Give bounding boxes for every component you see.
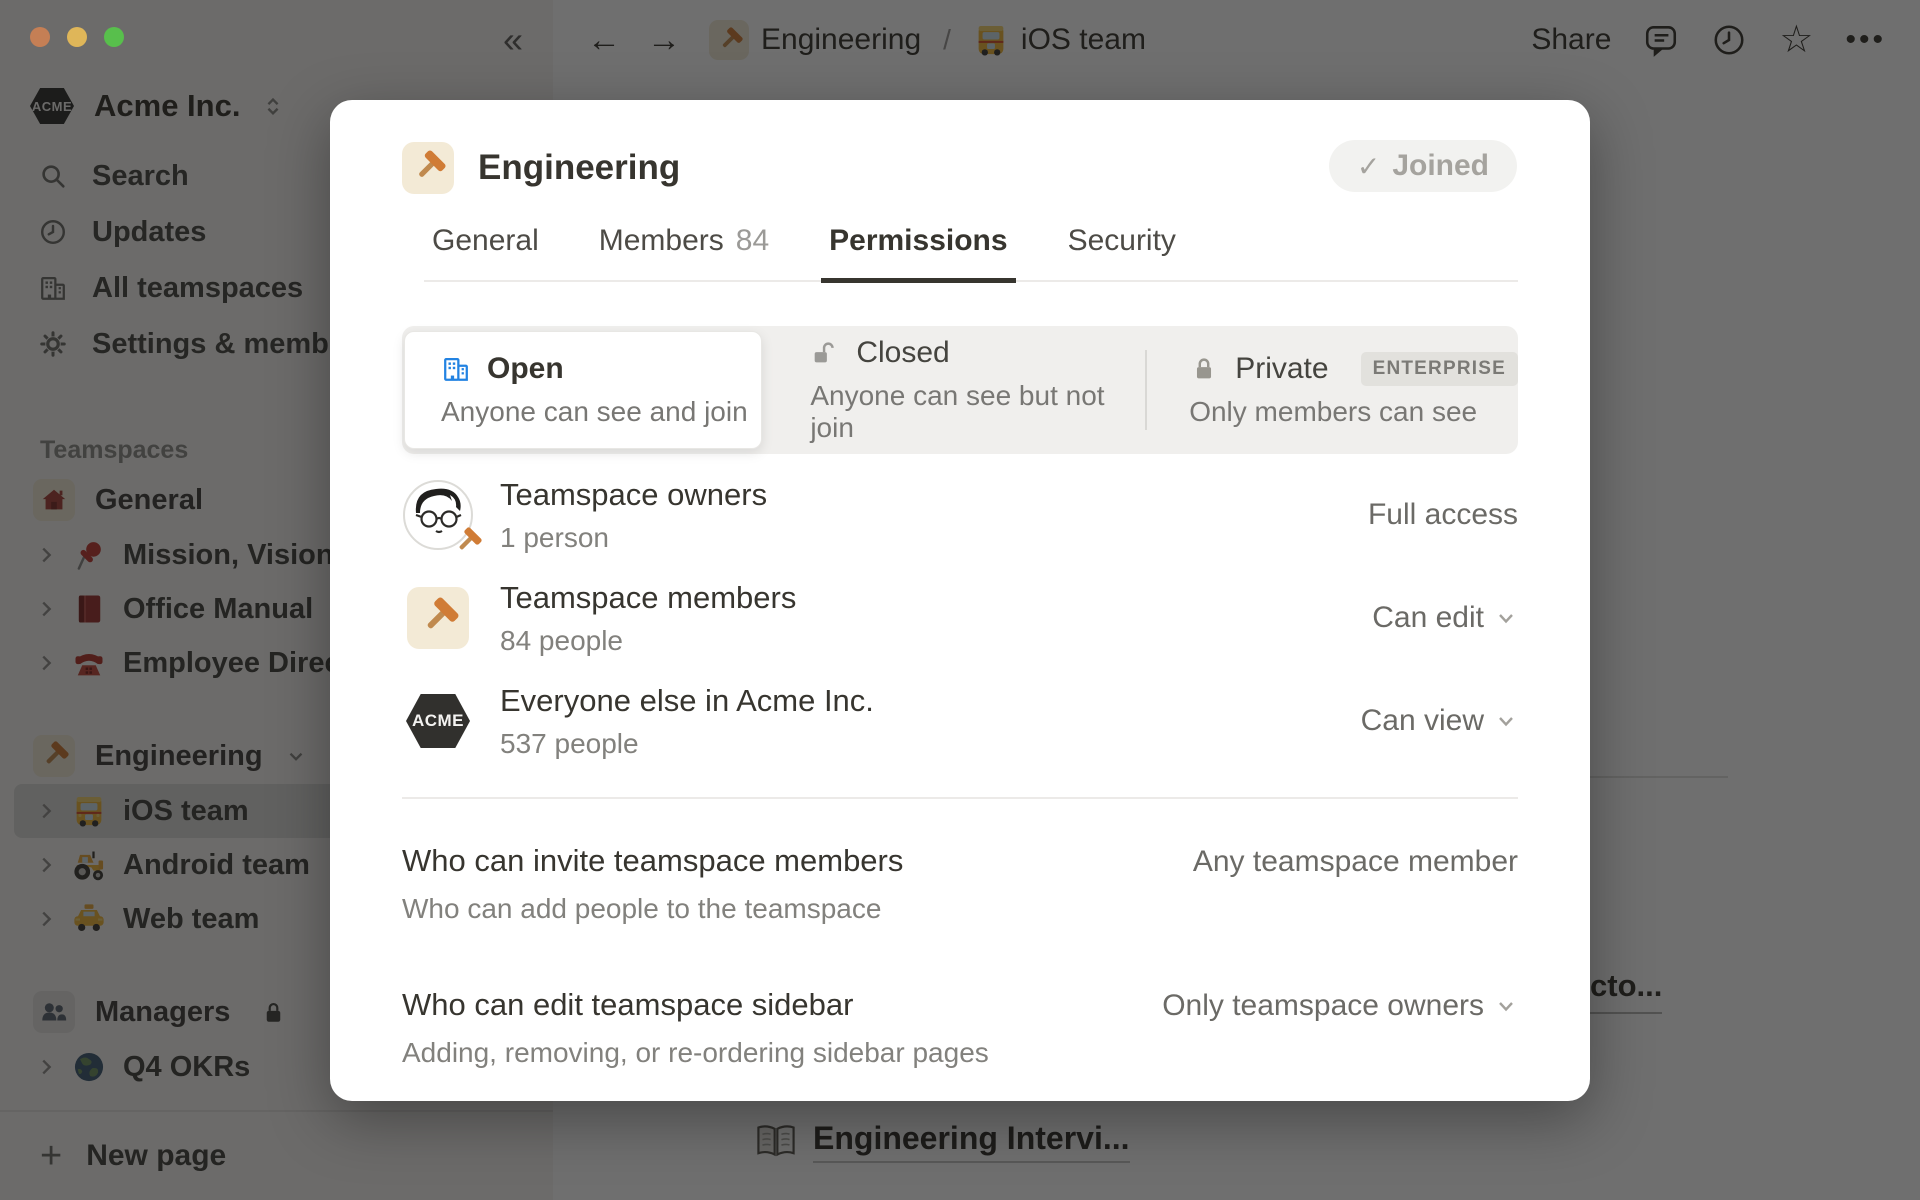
teamspace-settings-modal: Engineering ✓ Joined General Members 84 P… xyxy=(330,100,1590,1101)
visibility-option-private[interactable]: Private ENTERPRISE Only members can see xyxy=(1145,326,1518,454)
modal-tabs: General Members 84 Permissions Security xyxy=(424,224,1518,282)
option-subtitle: Only members can see xyxy=(1189,396,1518,428)
access-row-members: Teamspace members 84 people Can edit xyxy=(402,582,1518,654)
tab-permissions[interactable]: Permissions xyxy=(821,224,1015,283)
chevron-down-icon xyxy=(1494,994,1518,1018)
zoom-window-button[interactable] xyxy=(104,27,124,47)
setting-value-invite[interactable]: Any teamspace member xyxy=(1193,845,1518,879)
chevron-down-icon xyxy=(1494,606,1518,630)
window-controls xyxy=(30,27,124,47)
tab-general[interactable]: General xyxy=(424,224,547,280)
setting-row-edit-sidebar: Who can edit teamspace sidebar Adding, r… xyxy=(402,987,1518,1069)
access-level-value: Can view xyxy=(1361,704,1484,738)
setting-value-dropdown-edit-sidebar[interactable]: Only teamspace owners xyxy=(1162,989,1518,1023)
access-row-subtitle: 1 person xyxy=(500,522,767,554)
option-title: Closed xyxy=(856,336,949,370)
setting-value: Only teamspace owners xyxy=(1162,989,1484,1023)
tab-security[interactable]: Security xyxy=(1060,224,1184,280)
setting-title: Who can invite teamspace members xyxy=(402,843,903,879)
minimize-window-button[interactable] xyxy=(67,27,87,47)
close-window-button[interactable] xyxy=(30,27,50,47)
acme-logo: ACME xyxy=(406,694,470,748)
setting-subtitle: Adding, removing, or re-ordering sidebar… xyxy=(402,1037,989,1069)
divider xyxy=(402,797,1518,799)
access-level-value: Can edit xyxy=(1372,601,1484,635)
check-icon: ✓ xyxy=(1357,150,1380,183)
access-row-title: Everyone else in Acme Inc. xyxy=(500,683,874,719)
hammer-icon xyxy=(452,527,482,557)
access-level-dropdown-everyone[interactable]: Can view xyxy=(1361,704,1518,738)
tab-label: Members xyxy=(599,224,724,260)
visibility-segmented-control: Open Anyone can see and join Closed Anyo… xyxy=(402,326,1518,454)
setting-title: Who can edit teamspace sidebar xyxy=(402,987,989,1023)
hammer-icon xyxy=(402,142,454,194)
access-row-title: Teamspace owners xyxy=(500,477,767,513)
option-subtitle: Anyone can see and join xyxy=(441,396,761,428)
modal-title: Engineering xyxy=(478,148,680,188)
lock-icon xyxy=(1189,354,1219,384)
access-row-owners: Teamspace owners 1 person Full access xyxy=(402,479,1518,551)
option-subtitle: Anyone can see but not join xyxy=(810,380,1145,444)
tab-count: 84 xyxy=(736,224,769,260)
access-row-subtitle: 537 people xyxy=(500,728,874,760)
setting-subtitle: Who can add people to the teamspace xyxy=(402,893,903,925)
tab-members[interactable]: Members 84 xyxy=(591,224,777,280)
setting-value: Any teamspace member xyxy=(1193,845,1518,879)
building-icon xyxy=(441,354,471,384)
access-level-dropdown-members[interactable]: Can edit xyxy=(1372,601,1518,635)
hammer-icon xyxy=(407,587,469,649)
tab-label: General xyxy=(432,224,539,260)
joined-button[interactable]: ✓ Joined xyxy=(1329,140,1517,192)
avatar xyxy=(402,479,474,551)
tab-label: Security xyxy=(1068,224,1176,260)
access-level-owners: Full access xyxy=(1368,498,1518,532)
access-row-subtitle: 84 people xyxy=(500,625,796,657)
setting-rows: Who can invite teamspace members Who can… xyxy=(402,843,1518,1069)
option-title: Open xyxy=(487,352,564,386)
chevron-down-icon xyxy=(1494,709,1518,733)
visibility-option-closed[interactable]: Closed Anyone can see but not join xyxy=(762,326,1145,454)
modal-header: Engineering ✓ Joined xyxy=(402,142,1518,194)
enterprise-badge: ENTERPRISE xyxy=(1361,352,1518,386)
option-title: Private xyxy=(1235,352,1328,386)
tab-label: Permissions xyxy=(829,224,1007,258)
access-rows: Teamspace owners 1 person Full access Te… xyxy=(402,479,1518,757)
access-level-value: Full access xyxy=(1368,498,1518,532)
access-row-title: Teamspace members xyxy=(500,580,796,616)
visibility-option-open[interactable]: Open Anyone can see and join xyxy=(404,331,762,449)
setting-row-invite: Who can invite teamspace members Who can… xyxy=(402,843,1518,925)
joined-label: Joined xyxy=(1392,149,1489,183)
unlock-icon xyxy=(810,338,840,368)
access-row-everyone: ACME Everyone else in Acme Inc. 537 peop… xyxy=(402,685,1518,757)
